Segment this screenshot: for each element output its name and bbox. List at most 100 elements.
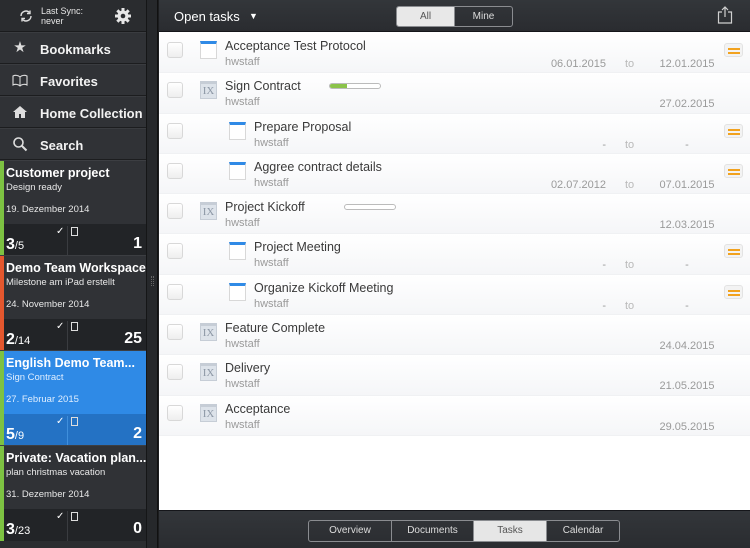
document-icon	[71, 417, 78, 426]
drag-handle-icon[interactable]	[151, 276, 154, 286]
gear-icon[interactable]	[114, 7, 132, 25]
milestone-progress-bar	[329, 83, 382, 90]
priority-medium-icon[interactable]	[724, 123, 743, 138]
task-checkbox[interactable]	[167, 283, 183, 300]
task-assignee: hwstaff	[225, 56, 260, 68]
document-count: 1	[133, 235, 142, 252]
sync-icon[interactable]	[18, 8, 34, 24]
task-checkbox[interactable]	[167, 364, 183, 381]
tab-calendar[interactable]: Calendar	[546, 521, 619, 541]
app-window: Last Sync: never ★ Bookmarks Favorites H…	[0, 0, 750, 548]
due-date: -	[685, 259, 689, 272]
checkmark-icon: ✓	[56, 511, 65, 522]
project-name: Private: Vacation plan...	[6, 451, 147, 465]
priority-medium-icon[interactable]	[724, 284, 743, 299]
task-row[interactable]: IX Feature Complete hwstaff 24.04.2015	[159, 315, 750, 356]
project-card[interactable]: Customer project Design ready 19. Dezemb…	[0, 160, 146, 256]
task-checkbox[interactable]	[167, 162, 183, 179]
progress-fill	[330, 84, 347, 89]
task-row[interactable]: IX Acceptance hwstaff 29.05.2015	[159, 395, 750, 436]
sidebar-item-label: Home Collection	[40, 106, 143, 121]
sidebar-item-label: Favorites	[40, 74, 98, 89]
share-icon[interactable]	[717, 6, 733, 24]
task-assignee: hwstaff	[254, 136, 289, 149]
star-icon: ★	[13, 39, 27, 56]
priority-medium-icon[interactable]	[724, 163, 743, 178]
task-assignee: hwstaff	[225, 338, 260, 351]
tasks-done: 3	[6, 236, 15, 253]
project-date: 24. November 2014	[6, 299, 90, 310]
project-card[interactable]: English Demo Team... Sign Contract 27. F…	[0, 350, 146, 446]
task-row[interactable]: IX Project Kickoff hwstaff 12.03.2015	[159, 194, 750, 235]
task-assignee: hwstaff	[225, 217, 260, 230]
last-sync-status: Last Sync: never	[41, 6, 83, 26]
task-checkbox[interactable]	[167, 203, 183, 220]
document-icon	[71, 227, 78, 236]
checkmark-icon: ✓	[56, 226, 65, 237]
task-row[interactable]: Organize Kickoff Meeting hwstaff - to -	[159, 274, 750, 316]
task-name: Feature Complete	[225, 321, 326, 336]
checkmark-icon: ✓	[56, 321, 65, 332]
last-sync-label: Last Sync:	[41, 6, 84, 16]
task-name: Organize Kickoff Meeting	[254, 280, 394, 295]
task-icon	[229, 121, 246, 140]
project-status: Milestone am iPad erstellt	[6, 277, 115, 288]
priority-medium-icon[interactable]	[724, 244, 743, 259]
task-assignee: hwstaff	[254, 257, 289, 270]
project-name: English Demo Team...	[6, 356, 135, 370]
task-count: 3/23	[6, 521, 30, 539]
tasks-total: /14	[14, 335, 31, 347]
task-row[interactable]: Project Meeting hwstaff - to -	[159, 234, 750, 275]
date-separator: to	[625, 58, 635, 70]
task-name: Acceptance Test Protocol	[225, 39, 366, 53]
task-assignee: hwstaff	[225, 378, 260, 391]
segment-all[interactable]: All	[397, 7, 454, 26]
tab-tasks[interactable]: Tasks	[473, 521, 546, 541]
sidebar-item-search[interactable]: Search	[0, 128, 146, 160]
task-checkbox[interactable]	[167, 82, 183, 99]
project-card[interactable]: Demo Team Workspace Milestone am iPad er…	[0, 255, 146, 351]
task-icon	[229, 242, 246, 261]
project-date: 27. Februar 2015	[6, 394, 79, 405]
milestone-icon: IX	[200, 403, 217, 422]
top-toolbar: Open tasks ▼ All Mine	[159, 0, 750, 32]
due-date: 07.01.2015	[659, 178, 715, 191]
project-stats: ✓ 3/5 1	[4, 224, 146, 256]
task-checkbox[interactable]	[167, 42, 183, 58]
project-stats: ✓ 3/23 0	[4, 509, 146, 541]
task-checkbox[interactable]	[167, 122, 183, 139]
sidebar-item-home-collection[interactable]: Home Collection	[0, 96, 146, 128]
task-checkbox[interactable]	[167, 324, 183, 341]
task-checkbox[interactable]	[167, 404, 183, 421]
task-assignee: hwstaff	[225, 96, 260, 109]
task-row[interactable]: IX Sign Contract hwstaff 27.02.2015	[159, 73, 750, 114]
sidebar-item-bookmarks[interactable]: ★ Bookmarks	[0, 32, 146, 64]
priority-medium-icon[interactable]	[724, 43, 743, 57]
due-date: 12.01.2015	[659, 58, 715, 70]
project-stats: ✓ 2/14 25	[4, 319, 146, 351]
start-date: 06.01.2015	[550, 58, 606, 70]
split-view-divider[interactable]	[147, 0, 158, 548]
date-separator: to	[625, 138, 635, 151]
filter-label: Open tasks	[174, 9, 240, 24]
sidebar-item-label: Bookmarks	[40, 42, 111, 57]
task-checkbox[interactable]	[167, 243, 183, 260]
task-row[interactable]: Acceptance Test Protocol hwstaff 06.01.201…	[159, 33, 750, 74]
due-date: -	[685, 299, 689, 312]
segment-mine[interactable]: Mine	[454, 7, 512, 26]
tasks-total: /9	[14, 430, 25, 442]
task-row[interactable]: IX Delivery hwstaff 21.05.2015	[159, 355, 750, 396]
document-count: 0	[133, 520, 142, 537]
sidebar-item-favorites[interactable]: Favorites	[0, 64, 146, 96]
project-list: Customer project Design ready 19. Dezemb…	[0, 160, 147, 541]
project-card[interactable]: Private: Vacation plan... plan christmas…	[0, 445, 147, 541]
task-row[interactable]: Aggree contract details hwstaff 02.07.2012…	[159, 153, 750, 195]
tab-overview[interactable]: Overview	[309, 521, 391, 541]
task-name: Project Kickoff	[225, 200, 305, 215]
checkmark-icon: ✓	[56, 416, 65, 427]
task-row[interactable]: Prepare Proposal hwstaff - to -	[159, 113, 750, 154]
task-name: Project Meeting	[254, 240, 341, 255]
view-tabs: Overview Documents Tasks Calendar	[308, 520, 620, 542]
tab-documents[interactable]: Documents	[391, 521, 473, 541]
task-icon	[200, 41, 217, 59]
